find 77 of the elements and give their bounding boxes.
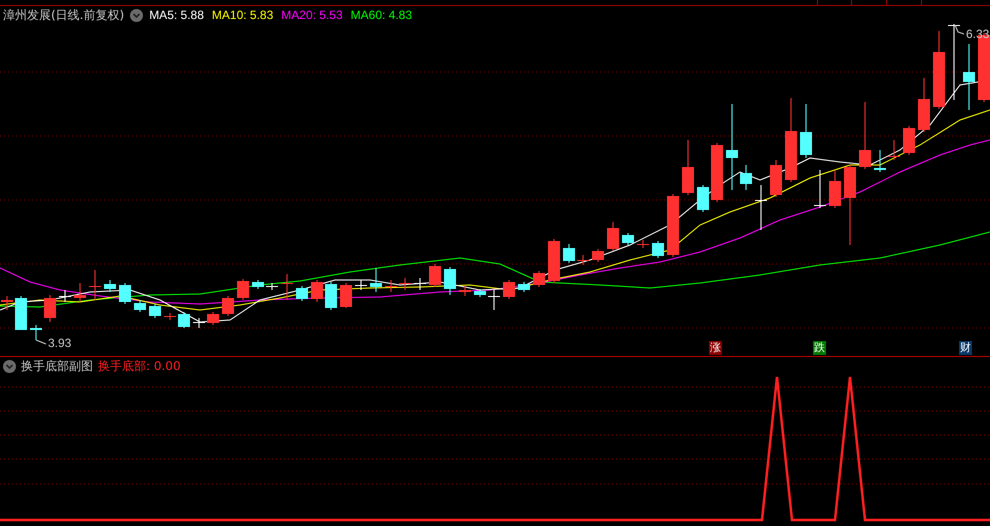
candlestick [607,222,619,252]
candlestick [266,282,278,290]
candlestick [237,278,249,300]
candlestick [385,280,397,292]
moving-average-value: MA20: 5.53 [281,7,343,24]
candlestick [59,290,71,302]
candlestick [533,270,545,288]
event-marker[interactable]: 涨 [709,341,722,355]
leader-line [954,24,964,34]
candlestick [429,264,441,288]
candlestick [222,296,234,316]
candlestick [134,300,146,312]
candlestick [488,290,500,310]
event-marker[interactable]: 跌 [813,341,826,355]
candlestick [296,286,308,302]
candlestick [414,278,426,290]
dropdown-icon[interactable] [3,360,16,372]
candlestick [193,318,205,328]
candlestick [119,282,131,304]
candlestick [711,142,723,202]
candlestick [637,240,649,248]
candlestick [459,286,471,296]
candlestick [770,160,782,198]
candlestick [903,126,915,156]
candlestick [740,164,752,190]
candlestick [164,312,176,320]
candlestick [444,266,456,296]
chart-title: 漳州发展(日线.前复权) [3,7,124,24]
candlestick [755,184,767,230]
candlestick [340,282,352,308]
candlestick [370,268,382,292]
candlestick [652,240,664,258]
candlestick [89,270,101,300]
candlestick [963,44,975,110]
candlestick [518,282,530,292]
candlestick [325,282,337,310]
candlestick [577,254,589,266]
candlestick [563,244,575,264]
candlestick [503,280,515,300]
event-marker[interactable]: 财 [959,341,972,355]
leader-line [36,340,46,344]
candlestick [104,280,116,292]
candlestick [178,312,190,328]
candlestick [399,278,411,290]
sub-chart-title: 换手底部副图 [21,358,93,375]
candlestick [149,304,161,318]
candlestick [15,296,27,330]
candlestick [44,294,56,322]
candlestick [474,288,486,298]
candlestick [829,170,841,208]
moving-average-value: MA10: 5.83 [212,7,274,24]
candlestick [30,324,42,340]
candlestick [311,280,323,302]
low-price-label: 3.93 [48,335,72,352]
candlestick [548,238,560,284]
candlestick [814,170,826,208]
candlestick [682,140,694,196]
candlestick [800,104,812,158]
moving-average-value: MA5: 5.88 [149,7,204,24]
candlestick [622,232,634,246]
candlestick [1,296,13,310]
dropdown-icon[interactable] [130,8,144,22]
candlestick [697,184,709,212]
candlestick [592,248,604,262]
candlestick [355,280,367,290]
candlestick [281,274,293,300]
candlestick [874,150,886,172]
indicator-reading: 换手底部: 0.00 [98,358,181,375]
candlestick [859,102,871,170]
moving-average-value: MA60: 4.83 [350,7,412,24]
candlestick [207,312,219,326]
candlestick [74,282,86,302]
candlestick [667,194,679,258]
candlestick [252,280,264,290]
candlestick [888,140,900,160]
candlestick [918,78,930,132]
high-price-label: 6.33 [966,26,990,43]
